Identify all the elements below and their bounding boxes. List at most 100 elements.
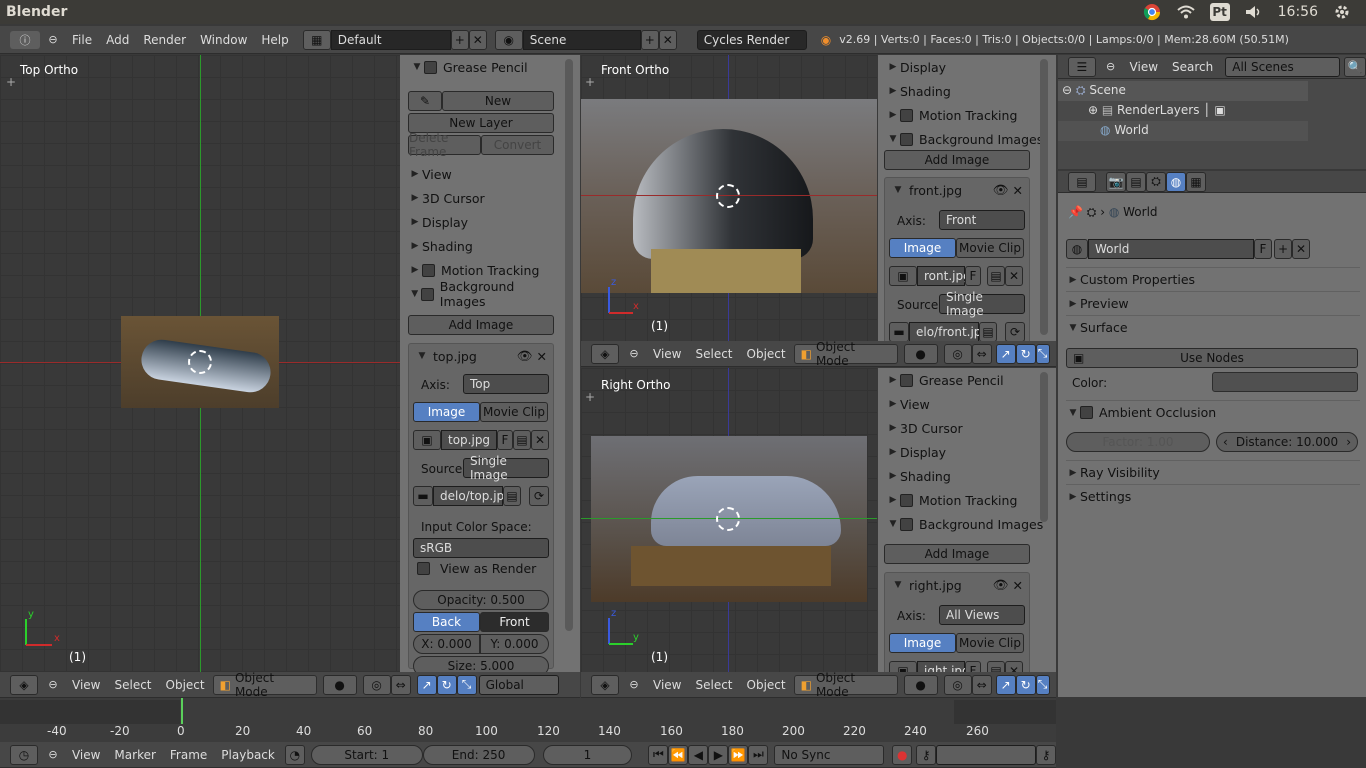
section-view[interactable]: ▶ View [886, 392, 1056, 416]
tree-item-world[interactable]: ◍ World [1100, 123, 1149, 137]
rotate-icon[interactable]: ↻ [1015, 343, 1036, 364]
scale-icon[interactable]: ⤡ [1035, 343, 1050, 364]
section-shading[interactable]: ▶ Shading [408, 234, 558, 258]
bg-image-header[interactable]: ▼ front.jpg 👁 ✕ [885, 178, 1029, 202]
manipulator-icon[interactable]: ⇔ [971, 343, 992, 364]
editor-type-icon[interactable]: ◈ [591, 674, 619, 695]
shading-icon[interactable]: ● [903, 343, 938, 364]
render-engine-select[interactable]: Cycles Render [696, 29, 807, 50]
image-browse-icon[interactable]: ▣ [413, 430, 441, 450]
bg-image-header[interactable]: ▼ top.jpg 👁 ✕ [409, 344, 553, 368]
convert-button[interactable]: Convert [481, 135, 554, 155]
image-name-field[interactable]: top.jpg [441, 430, 497, 450]
menu-playback[interactable]: Playback [221, 748, 275, 762]
scale-icon[interactable]: ⤡ [456, 674, 477, 695]
keying-set-field[interactable] [936, 744, 1037, 765]
menu-frame[interactable]: Frame [170, 748, 207, 762]
properties-editor-icon[interactable]: ▤ [1068, 171, 1096, 192]
menu-view[interactable]: View [72, 678, 100, 692]
preview-range-icon[interactable]: ◔ [284, 744, 305, 765]
view-as-render-checkbox[interactable]: View as Render [417, 556, 536, 580]
section-settings[interactable]: ▶ Settings [1066, 484, 1360, 508]
collapse-menu-icon[interactable]: ⊖ [44, 31, 62, 49]
mode-select[interactable]: ◧ Object Mode [793, 340, 898, 368]
current-frame-indicator[interactable] [181, 698, 183, 724]
section-preview[interactable]: ▶ Preview [1066, 291, 1360, 315]
section-display[interactable]: ▶ Display [886, 440, 1056, 464]
reload-icon[interactable]: ⟳ [1005, 322, 1025, 341]
translate-icon[interactable]: ↗ [416, 674, 437, 695]
grease-pencil-header[interactable]: ▼ Grease Pencil [400, 55, 580, 79]
add-layout-button[interactable]: + [450, 29, 469, 50]
image-browse-icon[interactable]: ▣ [889, 661, 917, 672]
insert-keyframe-icon[interactable]: ⚷ [1036, 744, 1056, 765]
menu-view[interactable]: View [653, 347, 681, 361]
open-file-icon[interactable]: ▤ [987, 661, 1005, 672]
panel-scrollbar[interactable] [565, 59, 573, 631]
remove-scene-button[interactable]: ✕ [658, 29, 677, 50]
scene-field[interactable]: Scene [522, 29, 641, 50]
add-scene-button[interactable]: + [640, 29, 659, 50]
manipulator-icon[interactable]: ⇔ [971, 674, 992, 695]
timeline-area[interactable]: -40 -20 0 20 40 60 80 100 120 140 160 18… [0, 698, 1056, 742]
tab-movie-clip[interactable]: Movie Clip [956, 633, 1024, 653]
toolshelf-toggle-icon[interactable]: + [585, 75, 595, 89]
tab-image[interactable]: Image [889, 633, 956, 653]
unlink-icon[interactable]: ✕ [1005, 661, 1023, 672]
fake-user-button[interactable]: F [1254, 239, 1272, 259]
outliner-editor-icon[interactable]: ☰ [1068, 56, 1096, 77]
add-image-button[interactable]: Add Image [408, 315, 554, 335]
delete-frame-button[interactable]: Delete Frame [408, 131, 481, 159]
render-tab-icon[interactable]: 📷 [1106, 171, 1126, 192]
tab-image[interactable]: Image [889, 238, 956, 258]
section-3d-cursor[interactable]: ▶ 3D Cursor [408, 186, 558, 210]
translate-icon[interactable]: ↗ [995, 343, 1016, 364]
keyboard-layout-icon[interactable]: Pt [1209, 3, 1230, 21]
pivot-icon[interactable]: ◎ [943, 343, 972, 364]
pivot-icon[interactable]: ◎ [362, 674, 391, 695]
search-icon[interactable]: 🔍 [1344, 56, 1366, 77]
panel-scrollbar[interactable] [1040, 59, 1048, 335]
menu-select[interactable]: Select [695, 347, 732, 361]
section-grease-pencil[interactable]: ▶ Grease Pencil [886, 368, 1056, 392]
tab-movie-clip[interactable]: Movie Clip [480, 402, 548, 422]
right-ortho-viewport[interactable]: Right Ortho + z y (1) [581, 368, 877, 672]
shading-icon[interactable]: ● [322, 674, 357, 695]
menu-add[interactable]: Add [106, 33, 129, 47]
play-reverse-icon[interactable]: ◀ [688, 744, 709, 765]
source-select[interactable]: Single Image [939, 290, 1025, 318]
panel-scrollbar[interactable] [1040, 372, 1048, 522]
filepath-field[interactable]: elo/front.jpg [909, 322, 989, 341]
add-image-button[interactable]: Add Image [884, 150, 1030, 170]
orientation-select[interactable]: Global [478, 674, 559, 695]
front-button[interactable]: Front [480, 612, 549, 632]
new-layer-button[interactable]: New Layer [408, 113, 554, 133]
prev-keyframe-icon[interactable]: ⏪ [668, 744, 689, 765]
rotate-icon[interactable]: ↻ [436, 674, 457, 695]
pencil-icon[interactable]: ✎ [408, 91, 442, 111]
3d-cursor[interactable] [188, 350, 212, 374]
scene-tab-icon[interactable]: ⛭ [1146, 171, 1166, 192]
section-ambient-occlusion[interactable]: ▼ Ambient Occlusion [1066, 400, 1360, 424]
grease-new-button[interactable]: New [442, 91, 554, 111]
section-custom-properties[interactable]: ▶ Custom Properties [1066, 267, 1360, 291]
open-file-icon[interactable]: ▤ [987, 266, 1005, 286]
remove-layout-button[interactable]: ✕ [468, 29, 487, 50]
opacity-slider[interactable]: Opacity: 0.500 [413, 590, 549, 610]
wifi-icon[interactable] [1176, 3, 1196, 21]
menu-search[interactable]: Search [1172, 60, 1213, 74]
add-world-button[interactable]: + [1274, 239, 1292, 259]
tab-movie-clip[interactable]: Movie Clip [956, 238, 1024, 258]
fake-user-button[interactable]: F [497, 430, 513, 450]
reload-icon[interactable]: ⟳ [529, 486, 549, 506]
filepath-field[interactable]: delo/top.jpg [433, 486, 512, 506]
editor-type-icon[interactable]: ◈ [591, 343, 619, 364]
unlink-icon[interactable]: ✕ [531, 430, 549, 450]
toolshelf-toggle-icon[interactable]: + [6, 75, 16, 89]
layers-tab-icon[interactable]: ▤ [1126, 171, 1146, 192]
keying-icon[interactable]: ⚷ [916, 744, 937, 765]
3d-cursor[interactable] [716, 507, 740, 531]
section-background-images[interactable]: ▼ Background Images [408, 279, 558, 309]
y-offset-field[interactable]: Y: 0.000 [480, 634, 549, 654]
x-offset-field[interactable]: X: 0.000 [413, 634, 480, 654]
